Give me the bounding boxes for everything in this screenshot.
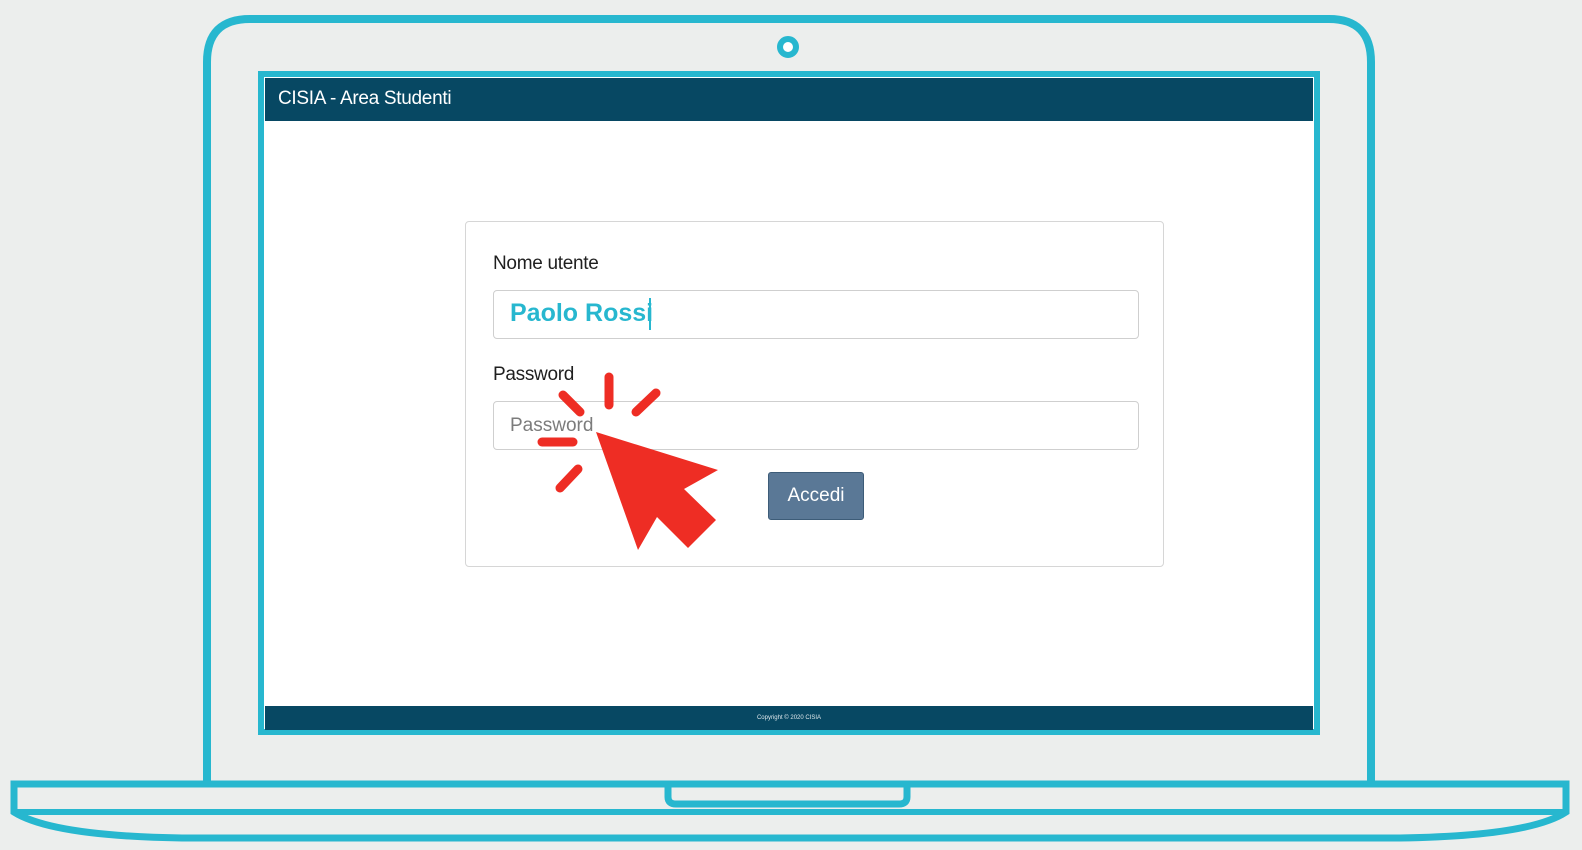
footer-copyright: Copyright © 2020 CISIA: [265, 706, 1313, 730]
webcam-icon: [777, 36, 799, 58]
top-navbar: CISIA - Area Studenti: [265, 78, 1313, 121]
click-cursor-icon: [537, 372, 718, 550]
text-caret: [649, 298, 651, 330]
login-button[interactable]: Accedi: [768, 472, 864, 520]
username-value: Paolo Rossi: [510, 299, 654, 327]
browser-screen: CISIA - Area Studenti Nome utente Paolo …: [265, 78, 1313, 730]
username-field[interactable]: Paolo Rossi: [493, 290, 1139, 339]
app-title: CISIA - Area Studenti: [278, 88, 452, 109]
username-label: Nome utente: [493, 253, 599, 274]
